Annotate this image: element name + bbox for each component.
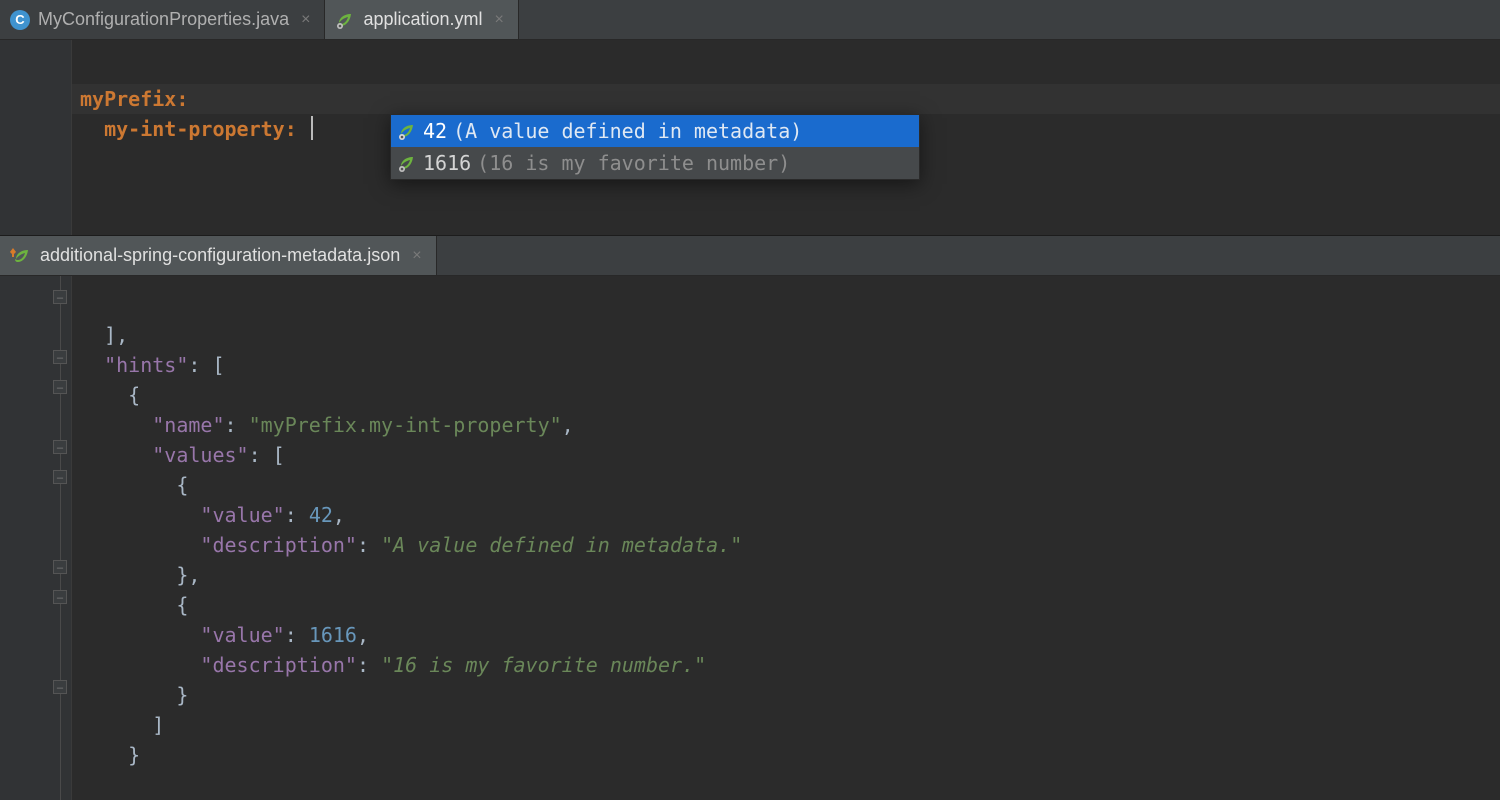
spring-config-icon <box>10 246 32 266</box>
gutter-top <box>0 40 72 235</box>
editor-pane-bottom: additional-spring-configuration-metadata… <box>0 235 1500 800</box>
close-icon[interactable]: × <box>412 247 421 265</box>
fold-marker-icon[interactable]: − <box>53 560 67 574</box>
code-text: } <box>80 743 140 767</box>
yaml-key: my-int-property: <box>104 117 297 141</box>
tab-label: application.yml <box>363 9 482 30</box>
code-text: "name" <box>152 413 224 437</box>
completion-item[interactable]: 42 (A value defined in metadata) <box>391 115 919 147</box>
code-text: ], <box>80 323 128 347</box>
editor-json[interactable]: − − − − − − − − ], "hints": [ { "name": … <box>0 276 1500 800</box>
fold-marker-icon[interactable]: − <box>53 590 67 604</box>
fold-marker-icon[interactable]: − <box>53 290 67 304</box>
gutter-bottom: − − − − − − − − <box>0 276 72 800</box>
editor-yaml[interactable]: myPrefix: my-int-property: 42 (A value d… <box>0 40 1500 235</box>
yaml-code[interactable]: myPrefix: my-int-property: <box>72 40 313 235</box>
yaml-key: myPrefix: <box>80 87 188 111</box>
code-text: 1616 <box>309 623 357 647</box>
completion-hint: (16 is my favorite number) <box>477 151 790 175</box>
tab-json-file[interactable]: additional-spring-configuration-metadata… <box>0 236 437 275</box>
tab-label: additional-spring-configuration-metadata… <box>40 245 400 266</box>
code-text: "myPrefix.my-int-property" <box>249 413 562 437</box>
code-text: { <box>80 383 140 407</box>
code-text: "value" <box>200 503 284 527</box>
fold-marker-icon[interactable]: − <box>53 440 67 454</box>
code-text: } <box>80 683 188 707</box>
code-text: "description" <box>200 653 357 677</box>
fold-marker-icon[interactable]: − <box>53 350 67 364</box>
java-class-icon: C <box>10 10 30 30</box>
code-text: "16 is my favorite number." <box>381 653 706 677</box>
tab-java-file[interactable]: C MyConfigurationProperties.java × <box>0 0 325 39</box>
spring-leaf-icon <box>397 153 417 173</box>
spring-leaf-icon <box>397 121 417 141</box>
code-text: "value" <box>200 623 284 647</box>
code-text: "description" <box>200 533 357 557</box>
tabbar-top: C MyConfigurationProperties.java × appli… <box>0 0 1500 40</box>
code-text: : [ <box>249 443 285 467</box>
code-text: { <box>80 473 188 497</box>
tabbar-bottom: additional-spring-configuration-metadata… <box>0 236 1500 276</box>
completion-item[interactable]: 1616 (16 is my favorite number) <box>391 147 919 179</box>
code-text: }, <box>80 563 200 587</box>
spring-leaf-icon <box>335 10 355 30</box>
code-text: "hints" <box>104 353 188 377</box>
fold-marker-icon[interactable]: − <box>53 470 67 484</box>
text-caret <box>311 116 313 140</box>
code-text: "values" <box>152 443 248 467</box>
editor-pane-top: C MyConfigurationProperties.java × appli… <box>0 0 1500 235</box>
fold-marker-icon[interactable]: − <box>53 680 67 694</box>
code-text: : [ <box>188 353 224 377</box>
code-text: 42 <box>309 503 333 527</box>
tab-label: MyConfigurationProperties.java <box>38 9 289 30</box>
tab-yaml-file[interactable]: application.yml × <box>325 0 518 39</box>
code-text: "A value defined in metadata." <box>381 533 742 557</box>
close-icon[interactable]: × <box>301 11 310 29</box>
completion-value: 42 <box>423 119 447 143</box>
completion-value: 1616 <box>423 151 471 175</box>
code-text: ] <box>80 713 164 737</box>
json-code[interactable]: ], "hints": [ { "name": "myPrefix.my-int… <box>72 276 742 800</box>
completion-hint: (A value defined in metadata) <box>453 119 802 143</box>
close-icon[interactable]: × <box>495 11 504 29</box>
completion-popup: 42 (A value defined in metadata) 1616 (1… <box>390 114 920 180</box>
code-text: { <box>80 593 188 617</box>
fold-marker-icon[interactable]: − <box>53 380 67 394</box>
